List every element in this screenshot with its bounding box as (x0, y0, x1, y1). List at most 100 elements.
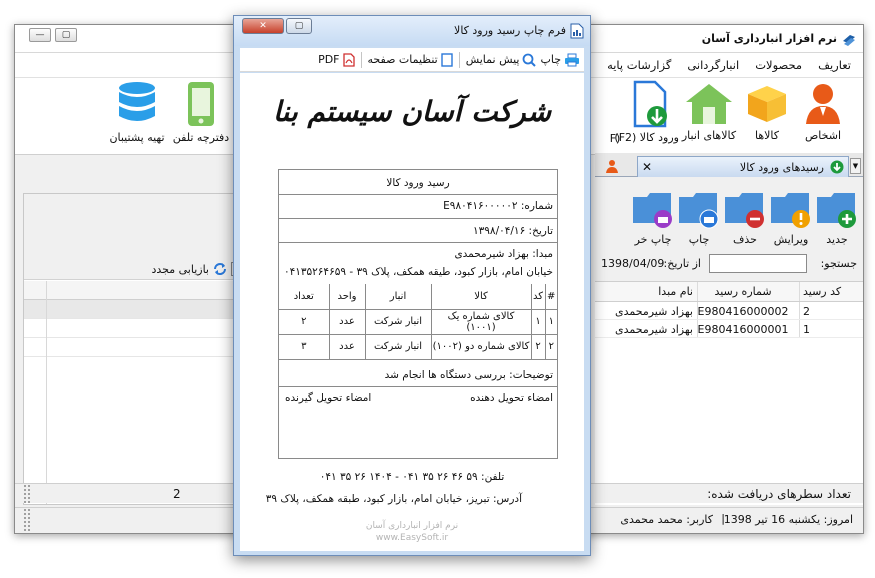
receipt-heading: رسید ورود کالا (386, 177, 450, 189)
left-toolbar: ▼ بازیابی مجدد (24, 194, 243, 280)
pdf-button[interactable]: PDF (318, 52, 355, 67)
cell-warehouse: انبار شرکت (364, 333, 432, 360)
person-tab-icon[interactable] (605, 159, 619, 173)
tab-close-icon[interactable]: ✕ (642, 160, 652, 174)
row-count-value: 2 (173, 487, 181, 501)
print-purchase-button[interactable]: چاپ خر (631, 189, 675, 246)
app-logo-icon (843, 35, 855, 46)
toolbar-label: چاپ (688, 233, 710, 246)
resize-grip[interactable] (23, 484, 30, 503)
tab-dropdown[interactable]: ▼ (850, 158, 861, 174)
column-header-quantity: تعداد (279, 284, 330, 310)
ribbon-label: (F (609, 132, 621, 145)
ribbon-goods-button[interactable]: کالاها (737, 80, 797, 152)
status-user: کاربر: محمد محمدی (620, 513, 713, 526)
minimize-button[interactable]: — (29, 28, 51, 42)
left-grid-row[interactable] (24, 319, 243, 338)
print-tool-label: چاپ (540, 53, 561, 66)
grid-column-divider (697, 320, 698, 337)
refresh-row: ▼ بازیابی مجدد (151, 260, 241, 278)
grid-column-divider (697, 282, 698, 301)
receipt-date: تاریخ: ۱۳۹۸/۰۴/۱۶ (473, 225, 553, 237)
receipt-divider (279, 242, 557, 243)
search-input[interactable] (709, 254, 807, 273)
resize-grip[interactable] (23, 508, 30, 531)
ribbon-label: ورود کالا (F2) (614, 131, 679, 144)
ribbon-persons-button[interactable]: اشخاص (793, 80, 853, 152)
folder-print-purple-icon (633, 193, 672, 228)
edit-button[interactable]: ویرایش (769, 189, 813, 246)
grid-column-divider (799, 282, 800, 301)
ribbon-backup-button[interactable]: تهیه پشتیبان (107, 80, 167, 152)
print-button[interactable]: چاپ (677, 189, 721, 246)
pdf-icon (342, 52, 355, 67)
preview-tool-button[interactable]: پیش نمایش (466, 53, 537, 67)
receipt-divider (279, 386, 557, 387)
menu-products[interactable]: محصولات (755, 58, 802, 72)
cell-number: E980416000001 (697, 323, 789, 336)
watermark-name: نرم افزار انبارداری آسان (365, 521, 459, 531)
column-header-unit: واحد (328, 284, 366, 310)
new-button[interactable]: جدید (815, 189, 859, 246)
cell-number: E980416000002 (697, 305, 789, 318)
menu-stocktaking[interactable]: انبارگردانی (687, 58, 739, 72)
company-phone: تلفن: ۵۹ ۴۶ ۲۶ ۳۵ ۰۴۱ - ۱۴۰۴ ۲۶ ۳۵ ۰۴۱ (319, 471, 505, 483)
table-row[interactable]: 2 E980416000002 بهزاد شیرمحمدی (595, 302, 863, 320)
page-setup-label: تنظیمات صفحه (367, 53, 438, 66)
column-header-item: کالا (430, 284, 532, 310)
grid-column-divider (697, 302, 698, 319)
status-date: امروز: یکشنبه 16 تیر 1398 (723, 513, 853, 526)
receipt-form: رسید ورود کالا شماره: E۹۸۰۴۱۶۰۰۰۰۰۲ تاری… (278, 169, 558, 459)
ribbon-warehouse-goods-button[interactable]: کالاهای انبار (679, 80, 739, 152)
preview-tool-label: پیش نمایش (465, 53, 520, 66)
printer-icon (565, 53, 579, 66)
toolbar-label: ویرایش (773, 233, 809, 246)
table-row: ۲ ۲ کالای شماره دو (۱۰۰۲) انبار شرکت عدد… (279, 333, 557, 360)
tab-label: رسیدهای ورود کالا (739, 160, 824, 174)
receipts-grid: کد رسید شماره رسید نام مبدا 2 E980416000… (595, 281, 863, 505)
grid-column-divider (799, 320, 800, 337)
left-grid-row[interactable] (24, 300, 243, 319)
cell-code: 1 (803, 323, 810, 336)
magnifier-icon (523, 53, 537, 67)
column-header-number[interactable]: شماره رسید (697, 285, 789, 298)
column-header-code[interactable]: کد رسید (799, 285, 859, 298)
signature-sender: امضاء تحویل دهنده (470, 392, 553, 404)
table-row[interactable]: 1 E980416000001 بهزاد شیرمحمدی (595, 320, 863, 338)
refresh-icon[interactable] (213, 262, 227, 276)
refresh-button[interactable]: بازیابی مجدد (151, 263, 209, 276)
ribbon-hidden-button[interactable]: (F (605, 80, 625, 152)
company-address: آدرس: تبریز، خیابان امام، بازار کبود، طب… (265, 493, 522, 505)
left-grid-row[interactable] (24, 338, 243, 357)
maximize-button[interactable]: ▢ (55, 28, 77, 42)
dialog-close-button[interactable]: ✕ (242, 18, 284, 34)
folder-alert-icon (771, 193, 810, 228)
column-header-origin[interactable]: نام مبدا (595, 285, 697, 298)
page-setup-button[interactable]: تنظیمات صفحه (367, 52, 453, 67)
main-window-controls: — ▢ (29, 28, 77, 42)
company-logo: شرکت آسان سیستم بنا (272, 95, 552, 128)
dialog-title: فرم چاپ رسید ورود کالا (454, 24, 566, 37)
tab-goods-receipts[interactable]: رسیدهای ورود کالا ✕ (637, 156, 849, 177)
folder-print-icon (679, 193, 719, 229)
toolbar-separator (458, 51, 460, 68)
report-icon (570, 23, 584, 39)
cell-item: کالای شماره یک (۱۰۰۱) (430, 308, 532, 335)
cell-origin: بهزاد شیرمحمدی (615, 323, 693, 336)
print-tool-button[interactable]: چاپ (540, 53, 580, 67)
table-row: ۱ ۱ کالای شماره یک (۱۰۰۱) انبار شرکت عدد… (279, 308, 557, 335)
from-date-input[interactable]: 1398/04/09 (601, 257, 664, 270)
ribbon-goods-receipt-button[interactable]: ورود کالا (F2) (614, 80, 679, 152)
ribbon-label: اشخاص (804, 129, 842, 142)
delete-button[interactable]: حذف (723, 189, 767, 246)
dialog-maximize-button[interactable]: ▢ (286, 18, 312, 34)
menu-definitions[interactable]: تعاریف (818, 58, 851, 72)
items-header-row: # کد کالا انبار واحد تعداد (279, 284, 557, 310)
status-separator: | (721, 512, 725, 525)
ribbon-label: تهیه پشتیبان (109, 131, 165, 144)
menu-basic-reports[interactable]: گزارشات پایه (607, 58, 671, 72)
ribbon-label: کالاها (754, 129, 779, 142)
ribbon-label: کالاهای انبار (681, 129, 737, 142)
receipt-origin: مبدا: بهزاد شیرمحمدی (454, 248, 553, 260)
ribbon-phonebook-button[interactable]: دفترچه تلفن (171, 80, 231, 152)
